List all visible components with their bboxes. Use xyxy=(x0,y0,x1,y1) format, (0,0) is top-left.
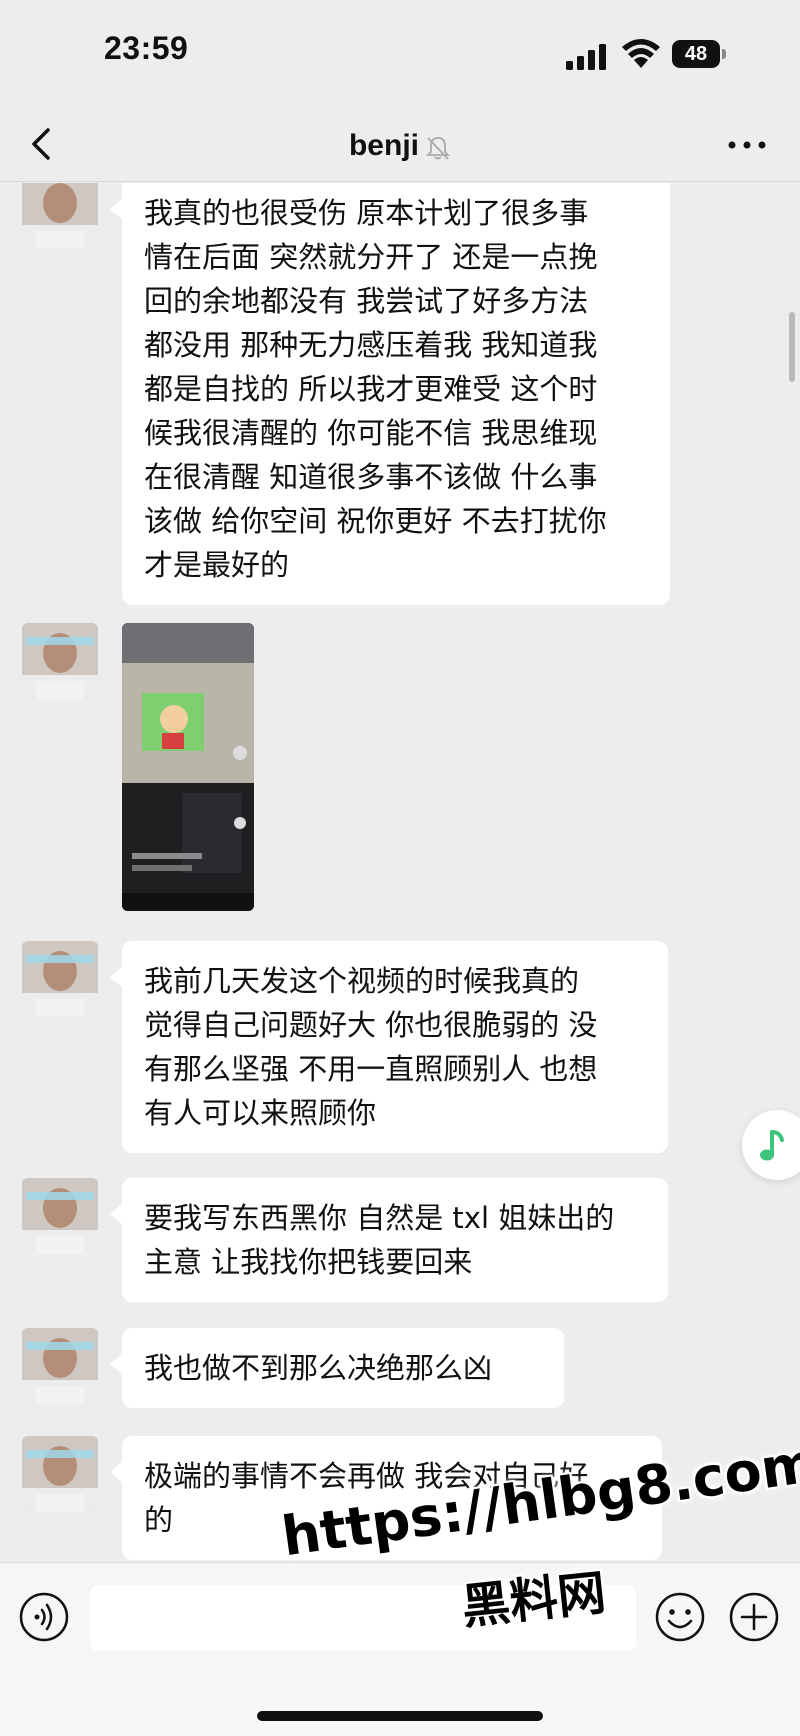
message-bubble[interactable]: 我前几天发这个视频的时候我真的 觉得自己问题好大 你也很脆弱的 没 有那么坚强 … xyxy=(110,941,668,1153)
voice-icon[interactable] xyxy=(18,1591,70,1643)
message-bubble[interactable]: 极端的事情不会再做 我会对自己好 的 xyxy=(110,1436,662,1560)
avatar-photo xyxy=(22,1178,98,1254)
chat-title: benji xyxy=(348,129,419,162)
battery-level: 48 xyxy=(672,40,720,68)
status-time: 23:59 xyxy=(104,30,189,66)
avatar[interactable] xyxy=(22,1328,98,1404)
wifi-icon xyxy=(622,39,660,68)
plus-icon[interactable] xyxy=(728,1591,780,1643)
avatar-photo xyxy=(22,941,98,1017)
chat-title-wrap: benji xyxy=(0,110,800,182)
music-note-icon xyxy=(760,1130,784,1161)
message-input[interactable] xyxy=(90,1585,636,1651)
avatar-photo xyxy=(22,1328,98,1404)
avatar[interactable] xyxy=(22,941,98,1017)
message-bubble[interactable]: 我真的也很受伤 原本计划了很多事 情在后面 突然就分开了 还是一点挽 回的余地都… xyxy=(110,183,670,605)
home-indicator[interactable] xyxy=(257,1711,543,1721)
battery-icon: 48 xyxy=(672,40,726,68)
avatar[interactable] xyxy=(22,183,98,249)
avatar-photo xyxy=(22,1436,98,1512)
chat-message-list[interactable]: 我真的也很受伤 原本计划了很多事 情在后面 突然就分开了 还是一点挽 回的余地都… xyxy=(0,183,800,1560)
avatar[interactable] xyxy=(22,1178,98,1254)
scrollbar[interactable] xyxy=(789,312,795,382)
music-float-button[interactable] xyxy=(742,1110,800,1180)
battery-tip xyxy=(722,49,726,59)
more-icon[interactable] xyxy=(722,130,772,160)
emoji-icon[interactable] xyxy=(654,1591,706,1643)
chat-input-bar xyxy=(0,1562,800,1736)
avatar-photo xyxy=(22,183,98,249)
avatar-photo xyxy=(22,623,98,699)
video-preview-image xyxy=(122,623,254,911)
message-bubble[interactable]: 我也做不到那么决绝那么凶 xyxy=(110,1328,564,1408)
signal-icon xyxy=(566,44,606,70)
status-bar: 23:59 48 xyxy=(0,0,800,110)
video-message-thumbnail[interactable] xyxy=(122,623,254,911)
avatar[interactable] xyxy=(22,623,98,699)
avatar[interactable] xyxy=(22,1436,98,1512)
mute-bell-icon xyxy=(425,137,451,160)
chat-header: benji xyxy=(0,110,800,182)
message-bubble[interactable]: 要我写东西黑你 自然是 txl 姐妹出的 主意 让我找你把钱要回来 xyxy=(110,1178,668,1302)
